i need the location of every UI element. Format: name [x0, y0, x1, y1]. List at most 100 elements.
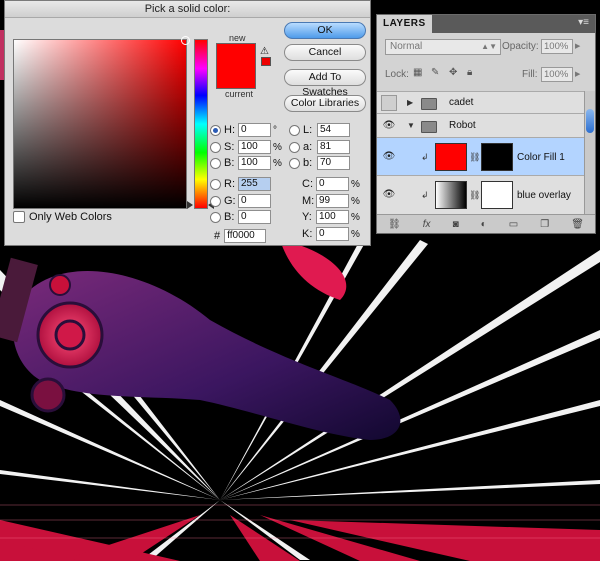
- saturation-input[interactable]: 100: [238, 140, 271, 154]
- magenta-unit: %: [351, 195, 360, 207]
- opacity-label: Opacity:: [502, 41, 539, 52]
- link-layers-icon[interactable]: ⛓︎: [388, 219, 401, 230]
- lock-all-icon[interactable]: 🔒︎: [467, 67, 472, 78]
- layer-thumbnail[interactable]: [435, 143, 467, 171]
- dialog-title: Pick a solid color:: [5, 1, 370, 18]
- add-to-swatches-button[interactable]: Add To Swatches: [284, 69, 366, 98]
- cyan-unit: %: [351, 178, 360, 190]
- only-web-colors-label: Only Web Colors: [29, 211, 112, 223]
- saturation-brightness-field[interactable]: [13, 36, 190, 209]
- hue-slider-left-arrow[interactable]: [187, 201, 193, 209]
- lock-image-pixels-icon[interactable]: ✎: [431, 67, 439, 78]
- magenta-field-row: M: 99 %: [302, 194, 360, 208]
- blue-field-row: B: 0: [210, 210, 271, 224]
- layer-row-cadet[interactable]: ▶ cadet: [377, 91, 587, 114]
- layer-thumbnail[interactable]: [435, 181, 467, 209]
- cyan-input[interactable]: 0: [316, 177, 349, 191]
- layer-name: Robot: [449, 120, 476, 131]
- hue-input[interactable]: 0: [238, 123, 271, 137]
- visibility-toggle-empty[interactable]: [381, 95, 397, 111]
- lab-l-field-row: L: 54: [289, 123, 350, 137]
- scrollbar-thumb[interactable]: [586, 109, 594, 133]
- color-libraries-button[interactable]: Color Libraries: [284, 95, 366, 112]
- lab-a-input[interactable]: 81: [317, 140, 350, 154]
- trash-icon[interactable]: 🗑︎: [571, 219, 584, 230]
- brightness-label: B:: [224, 157, 235, 169]
- hue-radio[interactable]: [210, 124, 221, 136]
- opacity-dropdown-icon[interactable]: ▶: [575, 42, 580, 50]
- yellow-input[interactable]: 100: [316, 210, 349, 224]
- current-color-swatch[interactable]: [217, 66, 255, 88]
- cyan-label: C:: [302, 178, 313, 190]
- cancel-button[interactable]: Cancel: [284, 44, 366, 61]
- adjustment-layer-icon[interactable]: ◐: [481, 219, 487, 230]
- fill-input[interactable]: 100%: [541, 67, 573, 82]
- ok-button[interactable]: OK: [284, 22, 366, 39]
- hue-label: H:: [224, 124, 235, 136]
- add-mask-icon[interactable]: ◙: [453, 219, 459, 230]
- black-input[interactable]: 0: [316, 227, 349, 241]
- yellow-label: Y:: [302, 211, 312, 223]
- brightness-radio[interactable]: [210, 157, 221, 169]
- red-input[interactable]: 255: [238, 177, 271, 191]
- eye-icon[interactable]: 👁︎: [381, 120, 397, 131]
- lock-transparent-pixels-icon[interactable]: ▦: [413, 67, 422, 78]
- lab-b-label: b:: [303, 157, 313, 169]
- blue-input[interactable]: 0: [238, 210, 271, 224]
- blend-mode-select[interactable]: Normal ▲▼: [385, 39, 501, 55]
- link-icon[interactable]: ⛓︎: [469, 152, 480, 163]
- layer-row-blue-overlay[interactable]: 👁︎ ↲ ⛓︎ blue overlay: [377, 175, 587, 214]
- out-of-gamut-warning-icon[interactable]: ⚠: [260, 46, 269, 57]
- lab-b-input[interactable]: 70: [317, 156, 350, 170]
- brightness-field-row: B: 100 %: [210, 156, 282, 170]
- saturation-radio[interactable]: [210, 141, 221, 153]
- fx-icon[interactable]: fx: [423, 219, 431, 230]
- layer-mask-thumbnail[interactable]: [481, 181, 513, 209]
- magenta-input[interactable]: 99: [316, 194, 349, 208]
- black-field-row: K: 0 %: [302, 227, 360, 241]
- link-icon[interactable]: ⛓︎: [469, 190, 480, 201]
- brightness-input[interactable]: 100: [238, 156, 271, 170]
- lab-b-field-row: b: 70: [289, 156, 350, 170]
- magenta-label: M:: [302, 195, 315, 207]
- hex-input[interactable]: ff0000: [224, 229, 267, 243]
- collapse-arrow-icon[interactable]: ▼: [407, 121, 415, 130]
- panel-menu-icon[interactable]: ▾≡: [578, 17, 589, 28]
- gamut-correction-swatch[interactable]: [261, 57, 271, 66]
- lab-l-radio[interactable]: [289, 124, 300, 136]
- fill-label: Fill:: [522, 69, 538, 80]
- lock-label: Lock:: [385, 69, 409, 80]
- tab-layers[interactable]: LAYERS: [377, 15, 432, 33]
- only-web-colors-checkbox[interactable]: [13, 211, 25, 223]
- opacity-input[interactable]: 100%: [541, 39, 573, 54]
- black-unit: %: [351, 228, 360, 240]
- new-group-icon[interactable]: ▭: [509, 219, 518, 230]
- hue-unit: °: [273, 124, 277, 136]
- blue-radio[interactable]: [210, 211, 221, 223]
- color-picker-dialog: Pick a solid color: Only Web Colors new …: [4, 0, 371, 246]
- layer-row-color-fill-1[interactable]: 👁︎ ↲ ⛓︎ Color Fill 1: [377, 137, 587, 176]
- layers-footer-toolbar: ⛓︎ fx ◙ ◐ ▭ ❐ 🗑︎: [377, 214, 595, 233]
- hex-field-row: # ff0000: [214, 229, 267, 243]
- only-web-colors-option[interactable]: Only Web Colors: [13, 211, 112, 223]
- eye-icon[interactable]: 👁︎: [381, 189, 397, 200]
- new-layer-icon[interactable]: ❐: [540, 219, 549, 230]
- color-field-marker[interactable]: [181, 36, 190, 45]
- red-radio[interactable]: [210, 178, 221, 190]
- lock-position-icon[interactable]: ✥: [449, 67, 457, 78]
- lab-l-label: L:: [303, 124, 313, 136]
- lab-l-input[interactable]: 54: [317, 123, 350, 137]
- hue-slider[interactable]: [194, 39, 208, 209]
- blue-label: B:: [224, 211, 235, 223]
- lab-a-radio[interactable]: [289, 141, 300, 153]
- layers-scrollbar[interactable]: [584, 91, 595, 219]
- lab-a-field-row: a: 81: [289, 140, 350, 154]
- expand-arrow-icon[interactable]: ▶: [407, 98, 413, 107]
- green-radio[interactable]: [210, 195, 221, 207]
- eye-icon[interactable]: 👁︎: [381, 151, 397, 162]
- lab-b-radio[interactable]: [289, 157, 300, 169]
- fill-dropdown-icon[interactable]: ▶: [575, 70, 580, 78]
- layer-mask-thumbnail[interactable]: [481, 143, 513, 171]
- layer-row-robot[interactable]: 👁︎ ▼ Robot: [377, 113, 587, 138]
- green-input[interactable]: 0: [238, 194, 271, 208]
